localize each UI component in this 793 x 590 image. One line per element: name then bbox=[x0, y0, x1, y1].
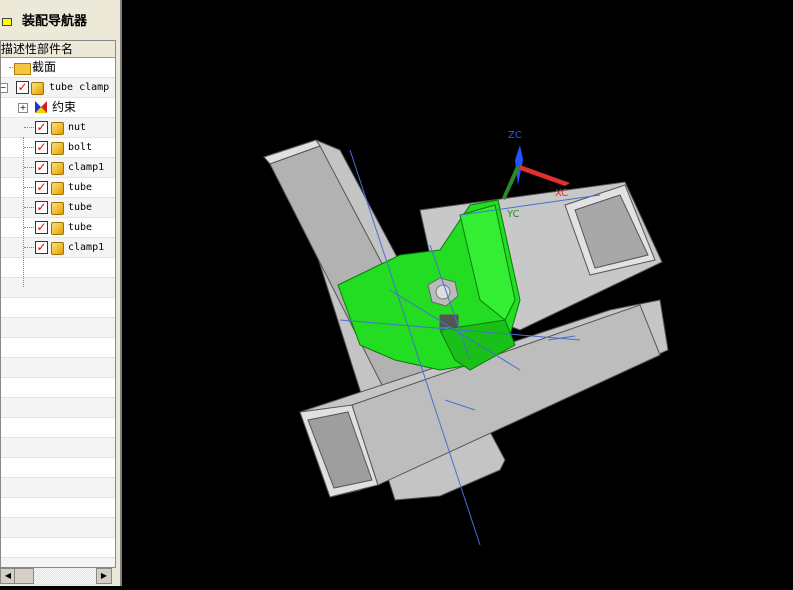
part-icon bbox=[51, 162, 64, 175]
tree-item-nut[interactable]: ✓ nut bbox=[1, 118, 115, 138]
empty-row bbox=[1, 418, 115, 438]
checkbox[interactable]: ✓ bbox=[35, 141, 48, 154]
navigator-title: 装配导航器 bbox=[0, 8, 120, 36]
checkbox[interactable]: ✓ bbox=[35, 181, 48, 194]
item-label: tube bbox=[68, 202, 93, 213]
checkbox[interactable]: ✓ bbox=[35, 121, 48, 134]
empty-row bbox=[1, 258, 115, 278]
tree-item-clamp1[interactable]: ✓ clamp1 bbox=[1, 158, 115, 178]
expand-icon[interactable]: + bbox=[18, 103, 28, 113]
tree-item-tube-clamp[interactable]: − ✓ tube clamp bbox=[1, 78, 115, 98]
item-label: bolt bbox=[68, 142, 93, 153]
tree-item-clamp1[interactable]: ✓ clamp1 bbox=[1, 238, 115, 258]
assembly-navigator: 装配导航器 描述性部件名 截面 − ✓ tube clamp + 约束 ✓ nut ✓ b… bbox=[0, 0, 122, 586]
xc-label: XC bbox=[555, 188, 568, 199]
empty-row bbox=[1, 318, 115, 338]
yc-axis bbox=[502, 166, 520, 200]
checkbox[interactable]: ✓ bbox=[35, 221, 48, 234]
part-icon bbox=[51, 242, 64, 255]
navigator-title-text: 装配导航器 bbox=[22, 14, 88, 29]
empty-row bbox=[1, 518, 115, 538]
zc-axis bbox=[515, 145, 523, 185]
tree-item-tube[interactable]: ✓ tube bbox=[1, 198, 115, 218]
scroll-thumb[interactable] bbox=[14, 568, 34, 584]
tree-item-tube[interactable]: ✓ tube bbox=[1, 178, 115, 198]
assembly-icon bbox=[31, 82, 44, 95]
part-icon bbox=[51, 222, 64, 235]
checkbox[interactable]: ✓ bbox=[35, 241, 48, 254]
empty-row bbox=[1, 478, 115, 498]
empty-row bbox=[1, 338, 115, 358]
empty-row bbox=[1, 278, 115, 298]
navigator-tree: 描述性部件名 截面 − ✓ tube clamp + 约束 ✓ nut ✓ bolt ✓ c… bbox=[0, 40, 116, 568]
model-render: ZC XC YC bbox=[262, 130, 669, 546]
item-label: tube bbox=[68, 182, 93, 193]
item-label: 约束 bbox=[52, 100, 77, 114]
checkbox[interactable]: ✓ bbox=[16, 81, 29, 94]
tree-item-bolt[interactable]: ✓ bolt bbox=[1, 138, 115, 158]
zc-label: ZC bbox=[508, 130, 522, 141]
scroll-right-button[interactable]: ▶ bbox=[96, 568, 112, 584]
checkbox[interactable]: ✓ bbox=[35, 201, 48, 214]
empty-row bbox=[1, 498, 115, 518]
empty-row bbox=[1, 298, 115, 318]
horizontal-scrollbar[interactable]: ◀ ▶ bbox=[0, 568, 112, 584]
empty-row bbox=[1, 358, 115, 378]
item-label: tube bbox=[68, 222, 93, 233]
constraints-icon bbox=[35, 101, 47, 113]
empty-row bbox=[1, 398, 115, 418]
empty-row bbox=[1, 438, 115, 458]
empty-row bbox=[1, 378, 115, 398]
folder-icon bbox=[14, 63, 31, 75]
tree-item-tube[interactable]: ✓ tube bbox=[1, 218, 115, 238]
pin-icon[interactable] bbox=[2, 17, 12, 26]
part-icon bbox=[51, 202, 64, 215]
xc-axis bbox=[520, 165, 570, 186]
item-label: 截面 bbox=[32, 60, 57, 74]
tree-item-constraints[interactable]: + 约束 bbox=[1, 98, 115, 118]
empty-row bbox=[1, 458, 115, 478]
tree-line bbox=[23, 137, 24, 287]
graphics-viewport[interactable]: ZC XC YC bbox=[124, 0, 793, 586]
part-icon bbox=[51, 182, 64, 195]
item-label: tube clamp bbox=[49, 82, 110, 93]
item-label: clamp1 bbox=[68, 162, 105, 173]
yc-label: YC bbox=[506, 209, 520, 220]
item-label: nut bbox=[68, 122, 87, 133]
item-label: clamp1 bbox=[68, 242, 105, 253]
tree-item-sections[interactable]: 截面 bbox=[1, 58, 115, 78]
part-icon bbox=[51, 142, 64, 155]
collapse-icon[interactable]: − bbox=[1, 83, 8, 93]
column-header[interactable]: 描述性部件名 bbox=[1, 41, 115, 58]
empty-row bbox=[1, 538, 115, 558]
part-icon bbox=[51, 122, 64, 135]
checkbox[interactable]: ✓ bbox=[35, 161, 48, 174]
empty-row bbox=[1, 558, 115, 567]
